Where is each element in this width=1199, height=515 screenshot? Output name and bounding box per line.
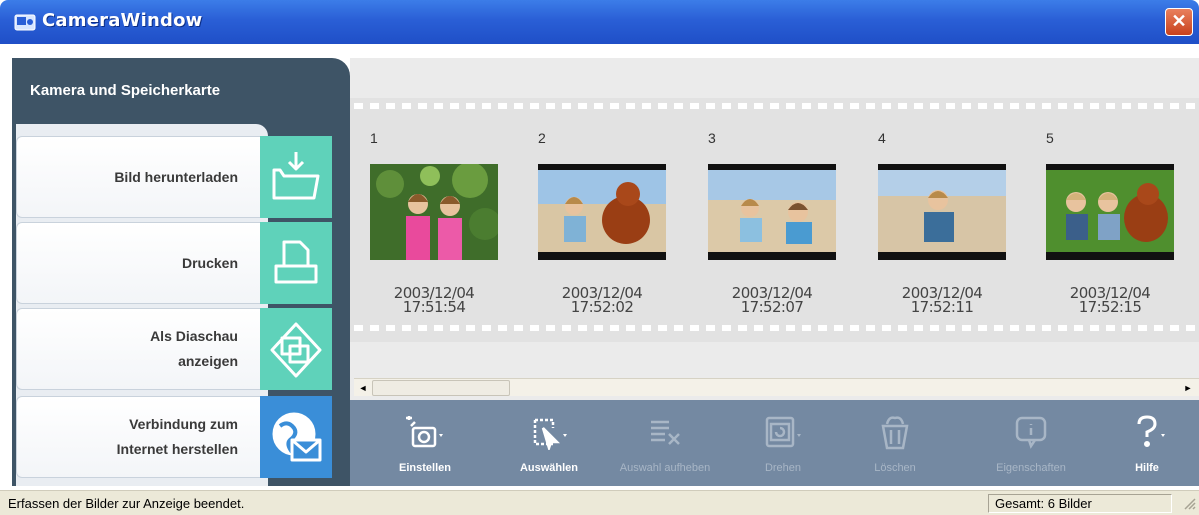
menu-item-bild-herunterladen[interactable]: Bild herunterladen (16, 136, 332, 218)
scrollbar-thumb[interactable] (372, 380, 510, 396)
tool-label: Einstellen (399, 462, 451, 474)
menu-item-label: Als Diaschau anzeigen (150, 328, 238, 369)
resize-grip-icon[interactable] (1181, 495, 1197, 511)
photo-thumbnail[interactable] (370, 164, 498, 260)
thumbnail-frame[interactable]: 2 2003/12/04 17:52:02 (518, 118, 682, 318)
print-icon (260, 222, 332, 304)
window-title: CameraWindow (42, 10, 203, 31)
close-button[interactable]: ✕ (1165, 8, 1193, 36)
tool-label: Drehen (764, 462, 802, 474)
photo-thumbnail[interactable] (878, 164, 1006, 260)
einstellen-button[interactable]: Einstellen (370, 400, 480, 486)
photo-time: 17:51:54 (402, 298, 466, 316)
film-perforation (350, 322, 1199, 334)
delete-icon (881, 416, 909, 450)
slideshow-icon (260, 308, 332, 390)
rotate-icon (765, 416, 801, 448)
frame-number: 2 (538, 130, 546, 146)
menu-item-internet[interactable]: Verbindung zum Internet herstellen (16, 396, 332, 478)
panel-title: Kamera und Speicherkarte (30, 82, 221, 99)
photo-thumbnail[interactable] (538, 164, 666, 260)
tool-label: Auswahl aufheben (619, 462, 711, 474)
status-message: Erfassen der Bilder zur Anzeige beendet. (8, 496, 245, 511)
thumbnail-frame[interactable]: 3 2003/12/04 17:52:07 (688, 118, 852, 318)
photo-thumbnail[interactable] (1046, 164, 1174, 260)
frame-number: 1 (370, 130, 378, 146)
photo-thumbnail[interactable] (708, 164, 836, 260)
photo-time: 17:52:11 (910, 298, 974, 316)
hilfe-button[interactable]: Hilfe (1092, 400, 1199, 486)
toolbar: Einstellen Auswählen Auswahl aufheben Dr… (350, 400, 1199, 486)
globe-mail-icon (260, 396, 332, 478)
folder-download-icon (260, 136, 332, 218)
frame-number: 5 (1046, 130, 1054, 146)
scroll-left-arrow-icon[interactable]: ◄ (356, 381, 370, 395)
loeschen-button[interactable]: Löschen (840, 400, 950, 486)
scroll-right-arrow-icon[interactable]: ► (1181, 381, 1195, 395)
title-bar[interactable]: CameraWindow ✕ (0, 0, 1199, 44)
status-bar: Erfassen der Bilder zur Anzeige beendet.… (0, 490, 1199, 515)
auswahl-aufheben-button[interactable]: Auswahl aufheben (610, 400, 720, 486)
horizontal-scrollbar[interactable]: ◄ ► (354, 378, 1199, 396)
image-count: Gesamt: 6 Bilder (988, 494, 1172, 513)
thumbnail-frame[interactable]: 5 2003/12/04 17:52:15 (1026, 118, 1190, 318)
tool-label: Auswählen (519, 462, 579, 474)
drehen-button[interactable]: Drehen (728, 400, 838, 486)
film-perforation (350, 100, 1199, 112)
deselect-icon (651, 420, 680, 445)
menu-item-label: Verbindung zum Internet herstellen (116, 416, 238, 457)
camera-settings-icon (406, 416, 443, 448)
thumbnail-area: 1 2003/12/04 17:51:54 2 2003/12/04 17:52… (350, 58, 1199, 400)
select-icon (533, 418, 567, 450)
tool-label: Hilfe (1135, 462, 1159, 474)
thumbnail-frame[interactable]: 1 2003/12/04 17:51:54 (350, 118, 514, 318)
menu-item-label: Drucken (181, 255, 238, 271)
photo-time: 17:52:07 (740, 298, 804, 316)
menu-item-label: Bild herunterladen (114, 169, 238, 185)
photo-time: 17:52:02 (570, 298, 634, 316)
properties-icon (1015, 416, 1047, 449)
frame-number: 4 (878, 130, 886, 146)
eigenschaften-button[interactable]: Eigenschaften (976, 400, 1086, 486)
camerawindow-app-icon (14, 14, 36, 31)
tool-label: Löschen (874, 462, 916, 474)
auswaehlen-button[interactable]: Auswählen (494, 400, 604, 486)
frame-number: 3 (708, 130, 716, 146)
tool-label: Eigenschaften (996, 462, 1066, 474)
menu-item-drucken[interactable]: Drucken (16, 222, 332, 304)
filmstrip: 1 2003/12/04 17:51:54 2 2003/12/04 17:52… (350, 98, 1199, 342)
thumbnail-frame[interactable]: 4 2003/12/04 17:52:11 (858, 118, 1022, 318)
photo-time: 17:52:15 (1078, 298, 1142, 316)
help-icon (1137, 415, 1165, 447)
menu-item-diaschau[interactable]: Als Diaschau anzeigen (16, 308, 332, 390)
